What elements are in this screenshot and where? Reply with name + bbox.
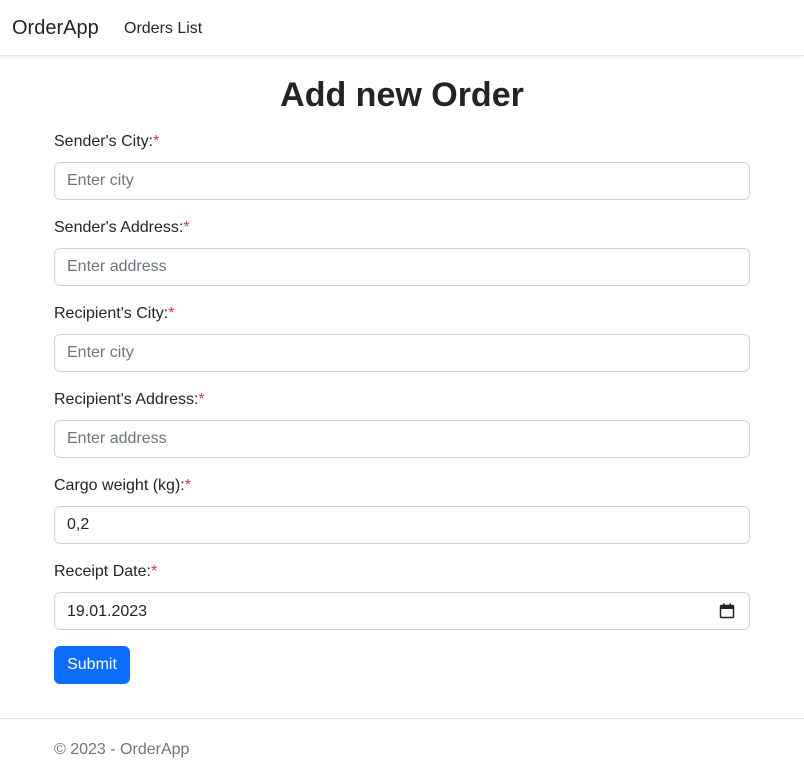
brand-link[interactable]: OrderApp <box>12 15 99 41</box>
sender-city-label: Sender's City:* <box>54 132 750 152</box>
sender-city-label-text: Sender's City: <box>54 133 154 150</box>
required-marker: * <box>198 391 205 408</box>
footer-divider <box>0 718 804 719</box>
form-group-recipient-city: Recipient's City:* <box>54 304 750 372</box>
required-marker: * <box>153 133 160 150</box>
form-group-receipt-date: Receipt Date:* 19.01.2023 <box>54 562 750 630</box>
required-marker: * <box>183 219 190 236</box>
form-group-sender-address: Sender's Address:* <box>54 218 750 286</box>
cargo-weight-label: Cargo weight (kg):* <box>54 476 750 496</box>
receipt-date-value: 19.01.2023 <box>67 603 148 620</box>
cargo-weight-input[interactable] <box>54 506 750 544</box>
receipt-date-input[interactable]: 19.01.2023 <box>54 592 750 630</box>
sender-address-input[interactable] <box>54 248 750 286</box>
nav-link-orders-list[interactable]: Orders List <box>124 19 202 39</box>
page-title: Add new Order <box>280 76 524 114</box>
recipient-address-label-text: Recipient's Address: <box>54 391 199 408</box>
receipt-date-label: Receipt Date:* <box>54 562 750 582</box>
footer: © 2023 - OrderApp <box>54 740 189 760</box>
form-group-cargo-weight: Cargo weight (kg):* <box>54 476 750 544</box>
submit-button[interactable]: Submit <box>54 646 130 684</box>
recipient-city-label: Recipient's City:* <box>54 304 750 324</box>
recipient-address-input[interactable] <box>54 420 750 458</box>
recipient-city-label-text: Recipient's City: <box>54 305 169 322</box>
form-group-recipient-address: Recipient's Address:* <box>54 390 750 458</box>
required-marker: * <box>168 305 175 322</box>
form-group-sender-city: Sender's City:* <box>54 132 750 200</box>
navbar: OrderApp Orders List <box>0 0 804 56</box>
sender-address-label-text: Sender's Address: <box>54 219 184 236</box>
required-marker: * <box>150 563 158 580</box>
footer-app-link[interactable]: OrderApp <box>120 741 189 758</box>
required-marker: * <box>184 477 191 494</box>
recipient-address-label: Recipient's Address:* <box>54 390 750 410</box>
calendar-icon[interactable] <box>719 603 735 619</box>
footer-copyright: © 2023 - <box>54 741 121 758</box>
sender-address-label: Sender's Address:* <box>54 218 750 238</box>
receipt-date-label-text: Receipt Date: <box>54 563 151 580</box>
recipient-city-input[interactable] <box>54 334 750 372</box>
cargo-weight-label-text: Cargo weight (kg): <box>54 477 185 494</box>
sender-city-input[interactable] <box>54 162 750 200</box>
